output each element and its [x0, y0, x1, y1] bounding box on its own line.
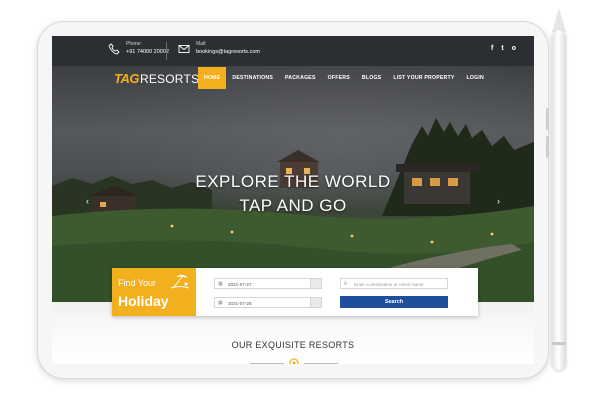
search-button[interactable]: Search — [340, 296, 448, 308]
mail-contact[interactable]: Mail: bookings@tagresorts.com — [178, 41, 260, 56]
destination-input[interactable]: ⌾ Enter a destination or resort name — [340, 278, 448, 289]
mail-label: Mail: — [196, 41, 207, 47]
site-logo[interactable]: TAG RESORTS — [114, 71, 199, 86]
nav-item-destinations[interactable]: DESTINATIONS — [226, 67, 279, 89]
pencil-tip — [552, 8, 566, 32]
website-screen: Phone: +91 74000 20002 Mail: bookings@ta… — [52, 36, 534, 364]
nav-item-blogs[interactable]: BLOGS — [356, 67, 387, 89]
divider-left — [250, 363, 284, 364]
twitter-icon[interactable]: t — [501, 45, 503, 52]
phone-value: +91 74000 20002 — [126, 49, 169, 55]
holiday-search-panel: Find Your Holiday ▦ 2021-07-27 ▦ 2021-07… — [112, 268, 478, 316]
holiday-label: Holiday — [118, 293, 169, 309]
hero-slider: ‹ › EXPLORE THE WORLD TAP AND GO — [52, 66, 534, 302]
checkout-date-value: 2021-07-28 — [228, 301, 252, 306]
nav-item-packages[interactable]: PACKAGES — [279, 67, 322, 89]
checkin-date-field[interactable]: ▦ 2021-07-27 — [214, 278, 322, 289]
phone-label: Phone: — [126, 41, 142, 47]
hero-headline-2: TAP AND GO — [239, 196, 347, 215]
phone-icon — [108, 42, 120, 54]
mail-value: bookings@tagresorts.com — [196, 49, 260, 55]
contact-divider — [166, 42, 167, 60]
contact-bar: Phone: +91 74000 20002 Mail: bookings@ta… — [52, 36, 534, 66]
volume-button — [546, 108, 549, 130]
calendar-icon: ▦ — [218, 300, 223, 306]
pencil-band — [552, 342, 566, 345]
calendar-picker-button[interactable] — [310, 298, 321, 307]
social-links: f t o — [491, 45, 516, 52]
nav-item-home[interactable]: HOME — [198, 67, 227, 89]
section-title: OUR EXQUISITE RESORTS — [231, 340, 355, 350]
find-holiday-banner: Find Your Holiday — [112, 268, 196, 316]
resort-emblem-icon — [289, 358, 299, 364]
nav-item-list-property[interactable]: LIST YOUR PROPERTY — [387, 67, 460, 89]
checkin-date-value: 2021-07-27 — [228, 282, 252, 287]
calendar-icon: ▦ — [218, 281, 223, 287]
logo-tag: TAG — [114, 71, 139, 86]
nav-item-offers[interactable]: OFFERS — [322, 67, 356, 89]
volume-button — [546, 136, 549, 158]
destination-placeholder: Enter a destination or resort name — [354, 282, 424, 287]
find-your-label: Find Your — [118, 278, 157, 288]
nav-item-login[interactable]: LOGIN — [461, 67, 490, 89]
phone-contact[interactable]: Phone: +91 74000 20002 — [108, 41, 169, 56]
main-nav: HOME DESTINATIONS PACKAGES OFFERS BLOGS … — [198, 67, 490, 89]
hero-headline-1: EXPLORE THE WORLD — [195, 172, 391, 191]
tablet-frame: Phone: +91 74000 20002 Mail: bookings@ta… — [38, 22, 549, 378]
beach-icon — [170, 274, 190, 289]
calendar-picker-button[interactable] — [310, 279, 321, 288]
checkout-date-field[interactable]: ▦ 2021-07-28 — [214, 297, 322, 308]
instagram-icon[interactable]: o — [512, 45, 516, 52]
divider-right — [304, 363, 338, 364]
stylus-pencil — [552, 30, 566, 370]
mail-icon — [178, 44, 190, 53]
facebook-icon[interactable]: f — [491, 45, 493, 52]
logo-resorts: RESORTS — [139, 72, 200, 86]
location-icon: ⌾ — [344, 281, 348, 287]
